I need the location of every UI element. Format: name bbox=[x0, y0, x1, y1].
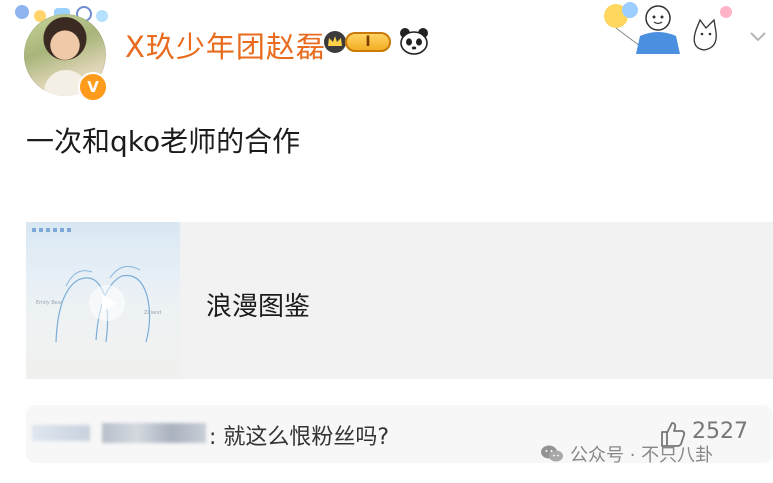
post-text: 一次和qko老师的合作 bbox=[26, 125, 301, 158]
wechat-icon bbox=[541, 445, 563, 462]
card-decoration bbox=[604, 2, 732, 54]
hot-comment[interactable]: : 就这么恨粉丝吗? 公众号 · 不只八卦 2527 bbox=[26, 405, 773, 466]
like-count: 2527 bbox=[692, 419, 748, 444]
blurred-username bbox=[102, 423, 206, 443]
svg-text:Zoland: Zoland bbox=[144, 310, 161, 316]
panda-icon bbox=[400, 28, 428, 55]
media-card[interactable]: Emily Bear Zoland 浪漫图鉴 bbox=[26, 222, 773, 379]
media-thumbnail[interactable]: Emily Bear Zoland bbox=[26, 222, 180, 379]
vip-badge[interactable]: I bbox=[323, 28, 393, 56]
username[interactable]: X玖少年团赵磊 bbox=[125, 24, 326, 66]
svg-text:Emily Bear: Emily Bear bbox=[36, 300, 64, 306]
media-title: 浪漫图鉴 bbox=[206, 292, 311, 322]
watermark-text: 公众号 · 不只八卦 bbox=[570, 445, 714, 466]
comment-text: : 就这么恨粉丝吗? bbox=[209, 425, 390, 450]
like-icon[interactable] bbox=[658, 419, 688, 449]
verified-badge: V bbox=[78, 72, 108, 102]
chevron-down-icon[interactable] bbox=[748, 26, 768, 46]
vip-level: I bbox=[345, 32, 391, 52]
vip-crown-icon bbox=[324, 31, 346, 53]
blurred-username bbox=[32, 425, 90, 441]
play-icon[interactable] bbox=[88, 284, 126, 322]
